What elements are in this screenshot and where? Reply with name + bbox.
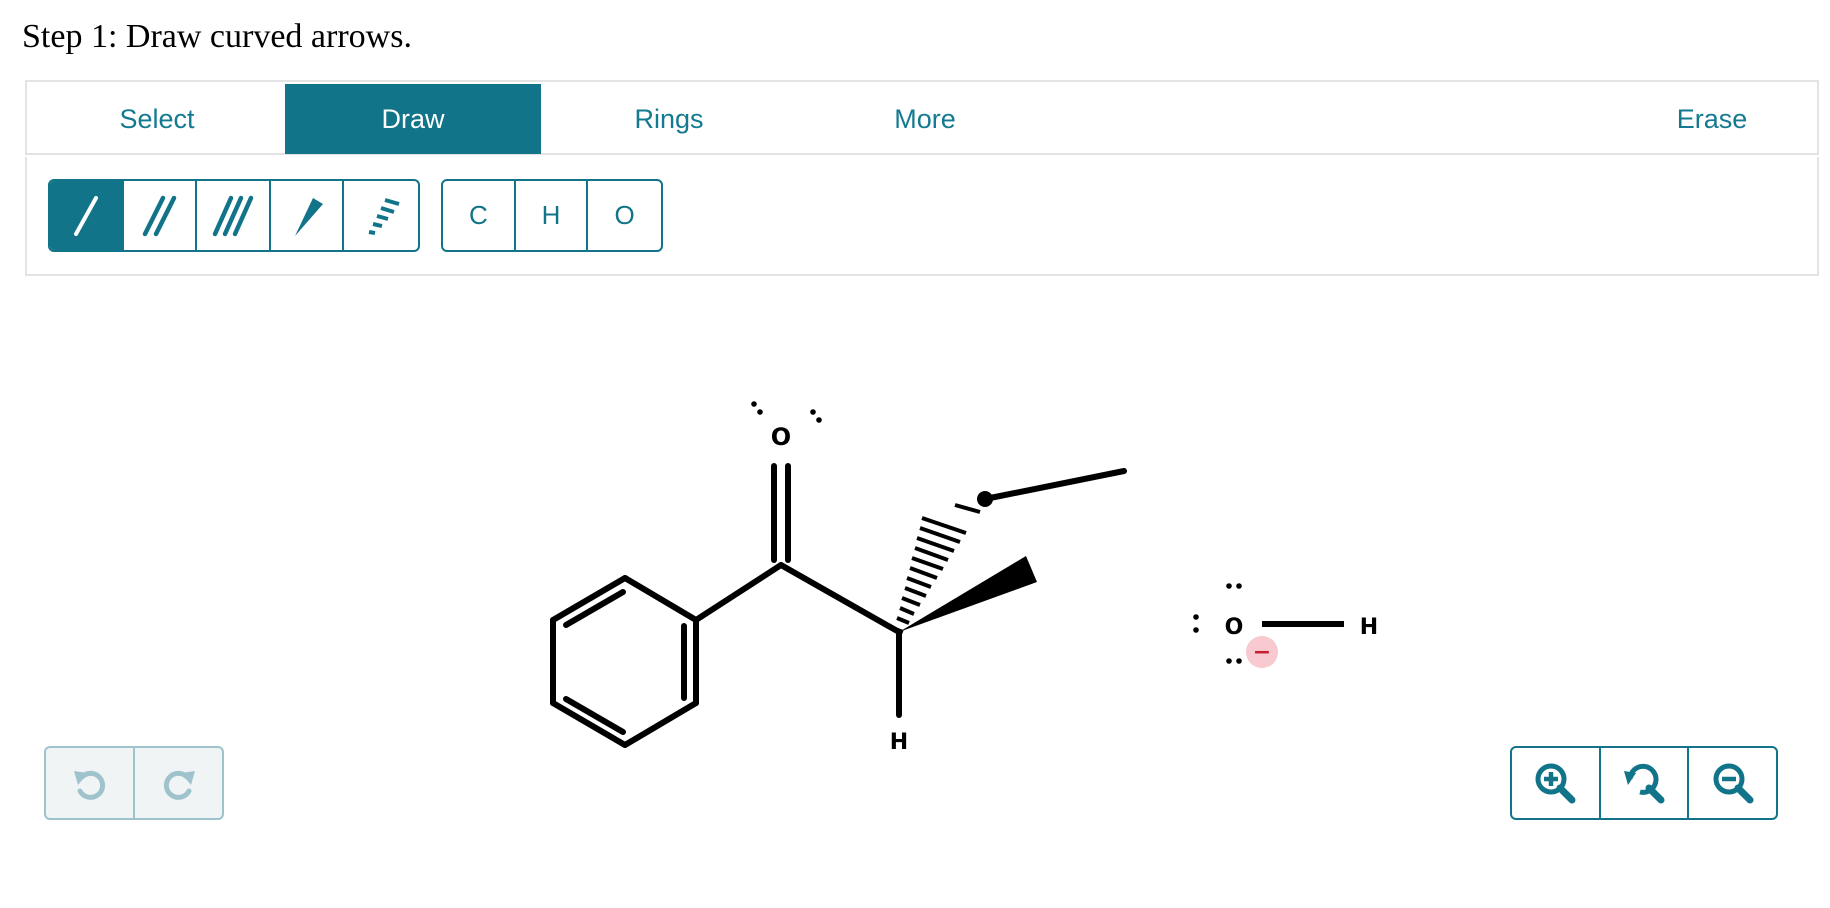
double-bond-button[interactable]	[124, 181, 198, 250]
double-bond-icon	[143, 195, 177, 236]
history-controls	[44, 746, 224, 820]
hash-bond-icon	[368, 197, 400, 235]
tab-rings[interactable]: Rings	[541, 84, 797, 154]
single-bond-button[interactable]	[50, 181, 124, 250]
triple-bond-icon	[212, 195, 254, 236]
single-bond-icon	[73, 195, 98, 236]
zoom-reset-icon	[1624, 763, 1665, 804]
carbonyl-oxygen-label[interactable]: O	[771, 423, 791, 451]
molecule-structure	[550, 463, 1127, 748]
undo-icon	[73, 770, 105, 800]
wedge-bond-icon	[294, 197, 323, 236]
bond-tool-group	[48, 179, 420, 252]
zoom-out-icon	[1713, 763, 1754, 804]
atom-h-button[interactable]: H	[516, 181, 589, 250]
atom-c-button[interactable]: C	[443, 181, 516, 250]
alpha-hydrogen-label[interactable]: H	[890, 730, 908, 755]
negative-charge-label: −	[1253, 640, 1271, 665]
redo-button[interactable]	[135, 748, 222, 818]
zoom-controls	[1510, 746, 1778, 820]
zoom-out-button[interactable]	[1689, 748, 1776, 818]
draw-toolbar: C H O	[25, 157, 1819, 276]
tab-bar: Select Draw Rings More Erase	[25, 80, 1819, 155]
tab-more[interactable]: More	[797, 84, 1053, 154]
tab-erase[interactable]: Erase	[1587, 84, 1830, 154]
carbon-atom-dot[interactable]	[977, 491, 993, 507]
bond[interactable]	[622, 700, 699, 748]
zoom-reset-button[interactable]	[1601, 748, 1690, 818]
bond[interactable]	[982, 468, 1127, 502]
redo-icon	[163, 770, 195, 800]
wedge-bond-button[interactable]	[271, 181, 345, 250]
tab-select[interactable]: Select	[29, 84, 285, 154]
hydroxide-hydrogen-label[interactable]: H	[1360, 615, 1378, 640]
bond[interactable]	[622, 575, 699, 623]
undo-button[interactable]	[46, 748, 135, 818]
page-title: Step 1: Draw curved arrows.	[22, 18, 412, 55]
triple-bond-button[interactable]	[197, 181, 271, 250]
atom-tool-group: C H O	[441, 179, 663, 252]
zoom-in-icon	[1535, 763, 1576, 804]
bond[interactable]	[778, 562, 902, 635]
zoom-in-button[interactable]	[1512, 748, 1601, 818]
bond[interactable]	[693, 562, 784, 623]
hash-bond-button[interactable]	[344, 181, 418, 250]
atom-o-button[interactable]: O	[588, 181, 661, 250]
lone-pair-dots	[751, 401, 822, 423]
hydroxide-oxygen-label[interactable]: O	[1225, 615, 1244, 640]
tab-draw[interactable]: Draw	[285, 84, 541, 154]
